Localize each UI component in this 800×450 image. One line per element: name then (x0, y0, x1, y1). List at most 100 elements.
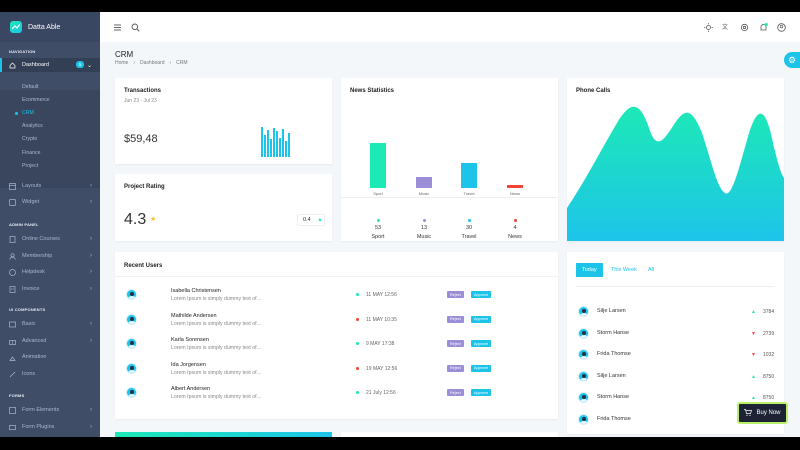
sidebar-item-membership[interactable]: Membership › (0, 249, 100, 263)
sidebar-item-widget[interactable]: Widget › (0, 195, 100, 209)
chevron-right-icon: › (133, 60, 136, 66)
arrow-up-icon: ▲ (751, 309, 756, 315)
transactions-range: Jun 23 - Jul 23 (124, 98, 157, 104)
chevron-right-icon: › (90, 321, 92, 327)
sidebar-item-label: Form Elements (22, 407, 60, 413)
sidebar-item-label: Online Courses (22, 236, 60, 242)
caption-ui-components: UI COMPONENTS (9, 307, 46, 312)
user-date: 11 MAY 12:56 (366, 292, 397, 298)
spark-bar (282, 128, 284, 157)
buy-now-button[interactable]: Buy Now (737, 402, 788, 424)
news-value: 53 (374, 225, 382, 231)
gear-icon: ⚙ (787, 55, 797, 65)
approve-button[interactable]: Approve (471, 364, 492, 372)
cart-icon (744, 408, 753, 418)
user-icon[interactable] (777, 23, 786, 32)
sidebar-item-label: Basic (22, 321, 36, 327)
sidebar-item-icons[interactable]: Icons (0, 367, 100, 381)
user-name: Silje Larsen (597, 308, 626, 314)
form-icon (9, 406, 16, 414)
approve-button[interactable]: Approve (471, 340, 492, 347)
sidebar-item-animation[interactable]: Animation (0, 350, 100, 364)
news-dot (422, 219, 426, 222)
tab-all[interactable]: All (642, 263, 660, 277)
sidebar-item-layouts[interactable]: Layouts › (0, 179, 100, 193)
news-bar (370, 143, 386, 188)
news-label: Sport (371, 234, 385, 240)
reject-button[interactable]: Reject (447, 291, 464, 298)
user-date: 21 July 12:56 (366, 390, 396, 396)
menu-icon[interactable] (113, 23, 122, 32)
reject-button[interactable]: Reject (447, 340, 464, 347)
book-icon (9, 235, 16, 243)
submenu-crypto[interactable]: Crypto (22, 136, 37, 142)
spark-bar (276, 131, 278, 157)
avatar (578, 306, 589, 317)
translate-icon[interactable]: 文 (722, 23, 731, 32)
user-text: Lorem Ipsum is simply dummy text of… (171, 345, 262, 351)
tab-this-week[interactable]: This Week (605, 263, 643, 277)
card-title: Recent Users (124, 263, 163, 269)
customizer-gear-button[interactable]: ⚙ (784, 52, 800, 68)
reject-button[interactable]: Reject (447, 389, 464, 396)
submenu-project[interactable]: Project (22, 163, 38, 169)
sidebar-item-label: Form Plugins (22, 424, 55, 430)
user-date: 9 MAY 17:38 (366, 341, 395, 347)
news-dot (467, 219, 471, 222)
dashboard-submenu (0, 90, 100, 188)
reject-button[interactable]: Reject (447, 364, 464, 372)
news-bar (416, 176, 432, 188)
sidebar: Datta Able NAVIGATION Dashboard 5 ⌄ Defa… (0, 12, 100, 437)
breadcrumb-dashboard[interactable]: Dashboard (140, 60, 164, 66)
submenu-ecommerce[interactable]: Ecommerce (22, 97, 50, 103)
sidebar-item-online-courses[interactable]: Online Courses › (0, 232, 100, 246)
bell-icon[interactable] (759, 23, 768, 32)
page-title: CRM (115, 50, 134, 59)
arrow-up-icon: ▲ (751, 373, 756, 380)
chevron-right-icon: › (90, 407, 92, 413)
search-icon[interactable] (131, 23, 140, 32)
news-bar (461, 162, 477, 188)
breadcrumb-crm: CRM (176, 60, 188, 66)
sidebar-item-form-elements[interactable]: Form Elements › (0, 403, 100, 417)
submenu-default[interactable]: Default (22, 84, 38, 90)
news-value: 30 (465, 225, 473, 231)
feather-icon (9, 371, 16, 378)
sidebar-item-advanced[interactable]: Advanced › (0, 334, 100, 348)
help-icon (9, 268, 16, 276)
tab-today[interactable]: Today (576, 263, 603, 277)
sidebar-item-label: Helpdesk (22, 269, 45, 275)
submenu-analytics[interactable]: Analytics (22, 123, 43, 129)
settings-icon[interactable] (740, 23, 749, 32)
sidebar-item-helpdesk[interactable]: Helpdesk › (0, 265, 100, 279)
avatar (126, 289, 137, 300)
news-bar-label: Music (418, 191, 430, 196)
sidebar-item-form-plugins[interactable]: Form Plugins › (0, 420, 100, 434)
reject-button[interactable]: Reject (447, 315, 464, 323)
approve-button[interactable]: Approve (471, 389, 492, 396)
sidebar-item-dashboard[interactable]: Dashboard 5 ⌄ (0, 58, 100, 72)
news-chart: Sport 53 Sport Music 13 Music Travel 30 Travel Ne… (341, 78, 558, 241)
submenu-crm[interactable]: CRM (15, 110, 34, 116)
logo-icon[interactable] (10, 21, 22, 33)
avatar (126, 387, 137, 398)
news-bar (507, 184, 523, 188)
spark-bar (273, 128, 275, 157)
recent-users-card: Recent Users Isabella Christensen Lorem I… (115, 252, 558, 419)
approve-button[interactable]: Approve (471, 315, 492, 323)
chevron-right-icon: › (90, 236, 92, 242)
user-text: Lorem Ipsum is simply dummy text of… (171, 369, 262, 376)
arrow-down-icon: ▼ (751, 330, 756, 337)
breadcrumb-home[interactable]: Home (115, 60, 128, 66)
app-window: Datta Able NAVIGATION Dashboard 5 ⌄ Defa… (0, 12, 800, 437)
sidebar-item-basic[interactable]: Basic › (0, 317, 100, 331)
submenu-finance[interactable]: Finance (22, 150, 40, 156)
caption-forms: FORMS (9, 393, 25, 398)
approve-button[interactable]: Approve (471, 291, 492, 298)
user-value: 3784 (763, 309, 775, 315)
rating-change-chip: 0.4 ▲ (297, 214, 325, 226)
user-value: 2739 (763, 330, 775, 337)
sidebar-item-invoice[interactable]: Invoice › (0, 282, 100, 296)
avatar (578, 327, 589, 339)
sun-icon[interactable] (704, 23, 713, 32)
